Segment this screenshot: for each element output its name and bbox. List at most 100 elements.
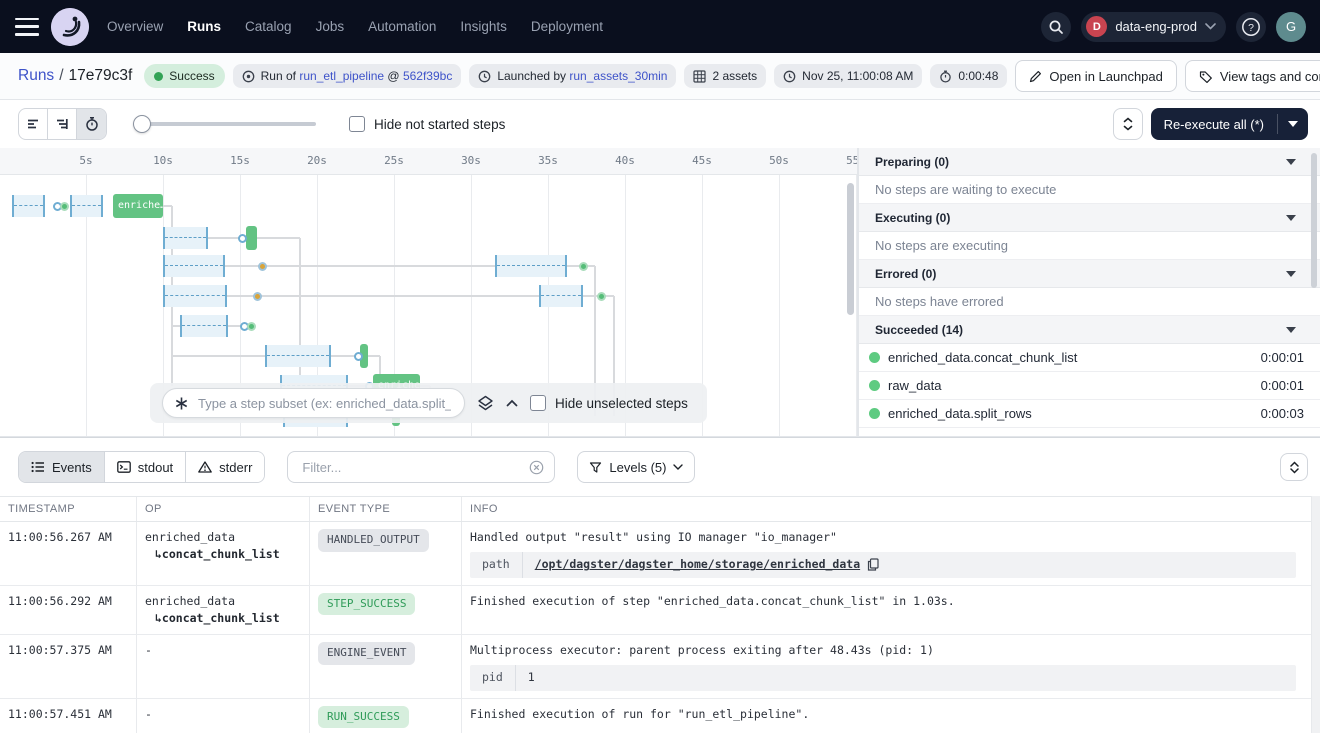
- gantt-success-dot: [247, 322, 256, 331]
- tag-launched-by[interactable]: Launched by run_assets_30min: [469, 64, 676, 88]
- step-row[interactable]: enriched_data.concat_chunk_list 0:00:01: [859, 344, 1320, 372]
- axis-tick-label: 45s: [692, 154, 712, 167]
- reexecute-menu-button[interactable]: [1278, 108, 1308, 140]
- user-avatar[interactable]: G: [1276, 12, 1306, 42]
- workspace-avatar: D: [1086, 16, 1107, 37]
- hide-not-started-checkbox[interactable]: Hide not started steps: [349, 116, 505, 132]
- section-executing[interactable]: Executing (0): [859, 204, 1320, 232]
- view-timed-button[interactable]: [77, 109, 106, 139]
- nav-jobs[interactable]: Jobs: [316, 19, 345, 34]
- tab-stdout[interactable]: stdout: [105, 452, 186, 482]
- gantt-waiting-box[interactable]: [12, 195, 45, 217]
- view-waterfall-button[interactable]: [48, 109, 77, 139]
- gantt-waiting-box[interactable]: [180, 315, 228, 337]
- gantt-success-dot: [597, 292, 606, 301]
- step-subset-overlay: Hide unselected steps: [150, 383, 707, 423]
- chevron-up-icon[interactable]: [506, 399, 518, 407]
- gantt-waiting-box[interactable]: [495, 255, 567, 277]
- hide-unselected-checkbox[interactable]: Hide unselected steps: [530, 395, 688, 411]
- step-subset-inputbox[interactable]: [162, 388, 465, 418]
- nav-deployment[interactable]: Deployment: [531, 19, 603, 34]
- gantt-waiting-box[interactable]: [539, 285, 583, 307]
- gantt-scrollbar[interactable]: [847, 183, 854, 315]
- gantt-waiting-box[interactable]: [163, 285, 227, 307]
- log-timestamp: 11:00:57.375 AM: [0, 635, 137, 698]
- view-tags-config-button[interactable]: View tags and config: [1185, 60, 1320, 92]
- log-row[interactable]: 11:00:56.292 AM enriched_data ↳concat_ch…: [0, 586, 1320, 636]
- log-row[interactable]: 11:00:56.267 AM enriched_data ↳concat_ch…: [0, 522, 1320, 586]
- events-scroll-gutter[interactable]: [1311, 496, 1320, 733]
- log-filter-box[interactable]: [287, 451, 555, 483]
- commit-link[interactable]: 562f39bc: [403, 69, 452, 83]
- log-op: -: [137, 699, 310, 733]
- hamburger-menu-icon[interactable]: [15, 18, 39, 36]
- log-row[interactable]: 11:00:57.451 AM - RUN_SUCCESS Finished e…: [0, 699, 1320, 733]
- gantt-step-bar[interactable]: enriche…: [113, 194, 163, 218]
- breadcrumb-runs-link[interactable]: Runs: [18, 67, 54, 84]
- step-row[interactable]: enriched_data.process_chunk [1] 0:00:04: [859, 428, 1320, 437]
- copy-icon[interactable]: [867, 558, 879, 571]
- slider-track: [133, 122, 316, 126]
- tag-duration[interactable]: 0:00:48: [930, 64, 1007, 88]
- levels-filter-button[interactable]: Levels (5): [577, 451, 695, 483]
- gantt-step-bar[interactable]: [246, 226, 257, 250]
- log-event-type: STEP_SUCCESS: [310, 586, 462, 635]
- dagster-logo-icon[interactable]: [51, 8, 89, 46]
- tab-stderr[interactable]: stderr: [186, 452, 264, 482]
- col-op: OP: [137, 497, 310, 521]
- steps-status-panel: Preparing (0) No steps are waiting to ex…: [858, 148, 1320, 437]
- view-flat-button[interactable]: [19, 109, 48, 139]
- open-in-launchpad-button[interactable]: Open in Launchpad: [1015, 60, 1176, 92]
- checkbox-icon[interactable]: [349, 116, 365, 132]
- tag-assets[interactable]: 2 assets: [684, 64, 766, 88]
- gantt-success-dot: [579, 262, 588, 271]
- step-row[interactable]: enriched_data.split_rows 0:00:03: [859, 400, 1320, 428]
- section-preparing[interactable]: Preparing (0): [859, 148, 1320, 176]
- expand-vertical-icon: [1123, 117, 1133, 131]
- section-errored[interactable]: Errored (0): [859, 260, 1320, 288]
- gantt-waiting-box[interactable]: [265, 345, 331, 367]
- gantt-waiting-box[interactable]: [163, 227, 208, 249]
- steps-panel-scrollbar[interactable]: [1311, 153, 1317, 288]
- schedule-link[interactable]: run_assets_30min: [569, 69, 667, 83]
- expand-collapse-panels-button[interactable]: [1113, 108, 1143, 140]
- step-row[interactable]: raw_data 0:00:01: [859, 372, 1320, 400]
- gantt-waiting-box[interactable]: [70, 195, 103, 217]
- col-event-type: EVENT TYPE: [310, 497, 462, 521]
- gantt-canvas[interactable]: enriche…enriche…: [0, 175, 857, 437]
- graph-query-layers-icon[interactable]: [477, 395, 494, 412]
- nav-automation[interactable]: Automation: [368, 19, 436, 34]
- axis-tick-label: 40s: [615, 154, 635, 167]
- gantt-dependency-line: [227, 295, 539, 297]
- chevron-down-icon: [1205, 23, 1216, 30]
- checkbox-icon[interactable]: [530, 395, 546, 411]
- search-button[interactable]: [1041, 12, 1071, 42]
- tag-run-of[interactable]: Run of run_etl_pipeline @ 562f39bc: [233, 64, 462, 88]
- nav-catalog[interactable]: Catalog: [245, 19, 292, 34]
- step-subset-input[interactable]: [196, 395, 453, 412]
- tab-events[interactable]: Events: [19, 452, 105, 482]
- workspace-switcher[interactable]: D data-eng-prod: [1081, 12, 1226, 42]
- slider-knob[interactable]: [133, 115, 151, 133]
- tag-start-time[interactable]: Nov 25, 11:00:08 AM: [774, 64, 922, 88]
- log-table-header: TIMESTAMP OP EVENT TYPE INFO: [0, 496, 1320, 522]
- nav-runs[interactable]: Runs: [187, 19, 221, 34]
- log-timestamp: 11:00:56.292 AM: [0, 586, 137, 635]
- gantt-waiting-box[interactable]: [163, 255, 225, 277]
- clear-filter-icon[interactable]: [529, 460, 544, 475]
- nav-insights[interactable]: Insights: [460, 19, 507, 34]
- caret-down-icon: [1286, 327, 1296, 333]
- storage-path-link[interactable]: /opt/dagster/dagster_home/storage/enrich…: [535, 556, 860, 573]
- gantt-chart: 5s10s15s20s25s30s35s40s45s50s55s enriche…: [0, 148, 858, 437]
- help-button[interactable]: ?: [1236, 12, 1266, 42]
- log-filter-input[interactable]: [300, 459, 529, 476]
- nav-overview[interactable]: Overview: [107, 19, 163, 34]
- log-row[interactable]: 11:00:57.375 AM - ENGINE_EVENT Multiproc…: [0, 635, 1320, 699]
- axis-tick-label: 5s: [79, 154, 92, 167]
- expand-log-panel-button[interactable]: [1280, 453, 1308, 481]
- gantt-zoom-slider[interactable]: [133, 115, 316, 133]
- reexecute-all-button[interactable]: Re-execute all (*): [1151, 108, 1277, 140]
- pipeline-link[interactable]: run_etl_pipeline: [299, 69, 384, 83]
- section-succeeded[interactable]: Succeeded (14): [859, 316, 1320, 344]
- gantt-success-dot: [60, 202, 69, 211]
